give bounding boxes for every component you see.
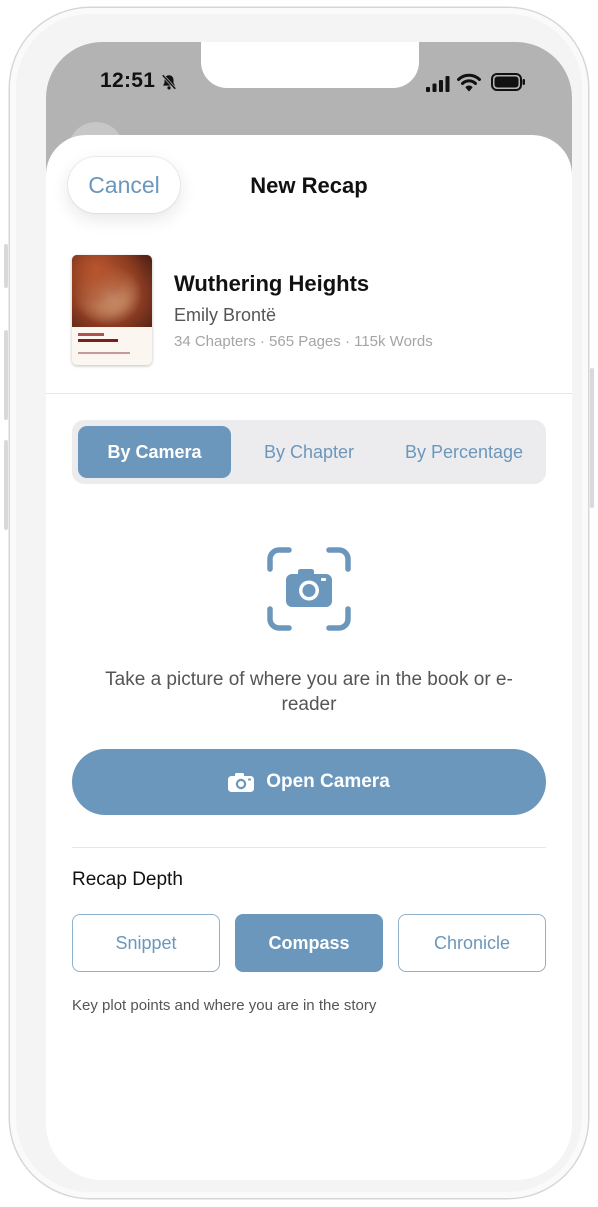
camera-instruction: Take a picture of where you are in the b…	[105, 669, 513, 715]
phone-frame: 12:51 Cancel New Recap Wuthering Heights…	[4, 8, 594, 1198]
power-button	[590, 368, 594, 508]
open-camera-button[interactable]: Open Camera	[72, 749, 546, 815]
cover-portrait-shading	[72, 255, 152, 327]
camera-icon	[228, 773, 255, 792]
cover-lettering	[78, 333, 148, 354]
divider	[46, 393, 572, 394]
tab-by-percentage[interactable]: By Percentage	[386, 426, 542, 478]
camera-viewfinder-icon	[267, 547, 351, 631]
battery-icon	[491, 73, 525, 91]
recap-depth-label: Recap Depth	[72, 869, 183, 890]
open-camera-label: Open Camera	[266, 771, 390, 792]
wifi-icon	[457, 73, 481, 92]
cellular-signal-icon	[426, 76, 450, 92]
sheet-title: New Recap	[250, 173, 368, 198]
recap-mode-tabs: By Camera By Chapter By Percentage	[72, 420, 546, 484]
book-author: Emily Brontë	[174, 305, 277, 325]
book-title: Wuthering Heights	[174, 271, 370, 296]
depth-option-snippet[interactable]: Snippet	[72, 914, 220, 972]
depth-option-chronicle[interactable]: Chronicle	[398, 914, 546, 972]
book-meta: 34 Chapters · 565 Pages · 115k Words	[174, 333, 433, 350]
bell-slash-icon	[161, 74, 177, 90]
depth-option-compass[interactable]: Compass	[235, 914, 383, 972]
divider	[72, 847, 546, 848]
tab-by-camera[interactable]: By Camera	[78, 426, 231, 478]
book-cover	[72, 255, 152, 365]
new-recap-sheet: Cancel New Recap Wuthering Heights Emily…	[46, 135, 572, 1180]
screen: 12:51 Cancel New Recap Wuthering Heights…	[46, 42, 572, 1180]
status-time: 12:51	[100, 69, 156, 92]
tab-by-chapter[interactable]: By Chapter	[234, 426, 384, 478]
volume-down-button	[4, 440, 8, 530]
recap-depth-description: Key plot points and where you are in the…	[72, 997, 377, 1014]
side-button	[4, 244, 8, 288]
notch	[201, 42, 419, 88]
volume-up-button	[4, 330, 8, 420]
